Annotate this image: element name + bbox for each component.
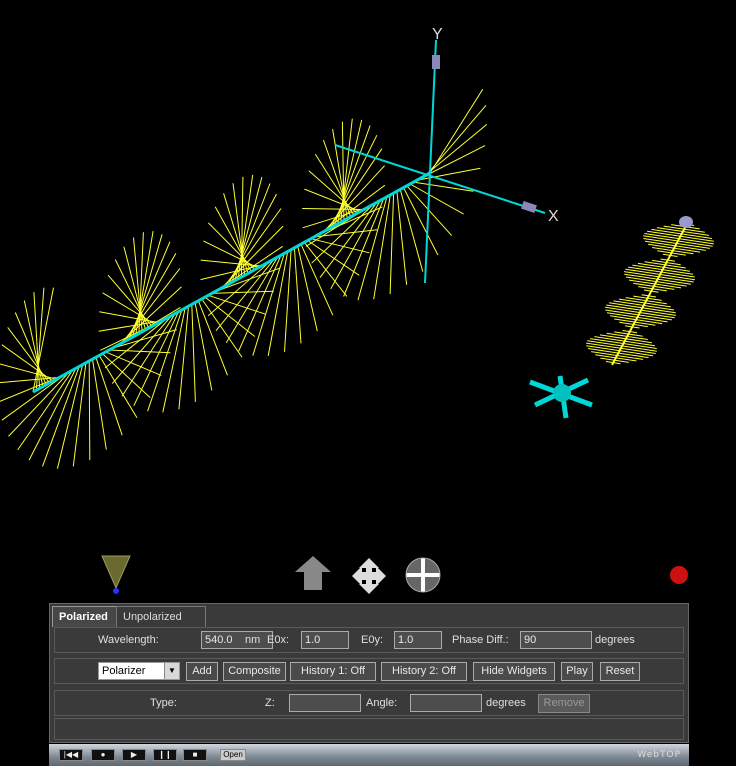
e0y-field[interactable]: 1.0 <box>394 631 442 649</box>
wave-vector-line <box>98 355 138 418</box>
wave-parameters-row: Wavelength: 540.0 nm E0x: 1.0 E0y: 1.0 P… <box>54 627 684 653</box>
wave-vector-line <box>102 292 156 325</box>
control-panel: Polarized Unpolarized Wavelength: 540.0 … <box>49 603 689 743</box>
wave-vector-line <box>389 193 395 295</box>
y-axis-handle[interactable] <box>432 55 440 69</box>
phase-diff-field[interactable]: 90 <box>520 631 592 649</box>
element-type-select[interactable]: Polarizer ▼ <box>98 662 180 680</box>
play-button[interactable]: Play <box>561 662 593 681</box>
stop-button[interactable]: ■ <box>183 749 207 761</box>
e0y-label: E0y: <box>361 634 384 646</box>
wavelength-unit-label: nm <box>245 634 261 646</box>
3d-scene-viewport[interactable]: Y X <box>0 0 736 600</box>
hide-widgets-button[interactable]: Hide Widgets <box>473 662 555 681</box>
wave-vector-line <box>178 306 189 410</box>
tab-unpolarized[interactable]: Unpolarized <box>116 606 206 627</box>
wave-vector-line <box>191 304 196 402</box>
element-toolbar-row: Polarizer ▼ Add Composite History 1: Off… <box>54 658 684 684</box>
z-field[interactable] <box>289 694 361 712</box>
wave-vector-line <box>99 311 159 324</box>
record-button[interactable]: ● <box>91 749 115 761</box>
wave-vector-line <box>194 302 213 391</box>
wave-vector-line <box>88 360 91 461</box>
x-axis-line <box>334 144 546 214</box>
type-label: Type: <box>150 697 177 709</box>
e0x-label: E0x: <box>267 634 290 646</box>
angle-field[interactable] <box>410 694 482 712</box>
angle-label: Angle: <box>366 697 398 709</box>
wave-vector-line <box>373 194 391 300</box>
tab-polarized[interactable]: Polarized <box>52 606 120 627</box>
pause-button[interactable]: ❙❙ <box>153 749 177 761</box>
element-type-value: Polarizer <box>102 665 146 677</box>
wave-vector-line <box>293 247 302 344</box>
polarized-wave-field <box>0 88 488 469</box>
remove-button[interactable]: Remove <box>538 694 590 713</box>
wave-vector-line <box>95 357 123 436</box>
wave-vector-line <box>357 196 388 301</box>
record-indicator-icon[interactable] <box>670 566 688 584</box>
add-button[interactable]: Add <box>186 662 218 681</box>
rotate-sphere-icon[interactable] <box>405 557 441 593</box>
open-button[interactable]: Open <box>220 749 246 761</box>
wave-vector-line <box>92 359 107 450</box>
chevron-down-icon[interactable]: ▼ <box>164 663 179 679</box>
wave-vector-line <box>201 298 243 358</box>
wave-vector-line <box>0 363 57 380</box>
y-axis-label: Y <box>432 26 443 43</box>
wave-vector-line <box>333 125 371 227</box>
phase-unit-label: degrees <box>595 634 635 646</box>
move-arrows-icon[interactable] <box>352 558 386 594</box>
wave-vector-line <box>162 307 186 413</box>
wave-vector-line <box>112 329 177 349</box>
y-axis-line <box>424 39 437 284</box>
x-axis-label: X <box>548 208 559 225</box>
wave-vector-line <box>238 254 282 352</box>
wave-vector-line <box>1 344 54 382</box>
reset-button[interactable]: Reset <box>600 662 640 681</box>
element-properties-row: Type: Z: Angle: degrees Remove <box>54 690 684 716</box>
rotation-handle-icon[interactable] <box>529 375 593 419</box>
pan-up-arrow-icon[interactable] <box>295 556 331 590</box>
z-label: Z: <box>265 697 275 709</box>
webtop-brand: WebTOP <box>637 750 681 760</box>
wave-vector-line <box>215 258 275 332</box>
composite-button[interactable]: Composite <box>223 662 286 681</box>
history-2-button[interactable]: History 2: Off <box>381 662 467 681</box>
polarizer-widget-icon[interactable] <box>586 216 714 366</box>
x-axis-handle[interactable] <box>521 201 537 213</box>
wavelength-field[interactable]: 540.0 <box>201 631 273 649</box>
cone-navigator-icon[interactable] <box>101 555 131 594</box>
angle-unit-label: degrees <box>486 697 526 709</box>
rewind-button[interactable]: |◀◀ <box>59 749 83 761</box>
wave-vector-line <box>133 311 180 407</box>
playback-bar: |◀◀ ● ▶ ❙❙ ■ Open WebTOP <box>49 744 689 766</box>
propagation-axis <box>32 171 431 394</box>
status-row <box>54 718 684 740</box>
history-1-button[interactable]: History 1: Off <box>290 662 376 681</box>
wave-vector-line <box>396 191 408 285</box>
wave-vector-line <box>32 287 54 393</box>
wave-vector-line <box>307 240 360 276</box>
wavelength-label: Wavelength: <box>98 634 159 646</box>
e0x-field[interactable]: 1.0 <box>301 631 349 649</box>
phase-diff-label: Phase Diff.: <box>452 634 509 646</box>
mode-tabs: Polarized Unpolarized <box>50 604 688 627</box>
wave-vector-line <box>200 259 262 267</box>
play-control-button[interactable]: ▶ <box>122 749 146 761</box>
